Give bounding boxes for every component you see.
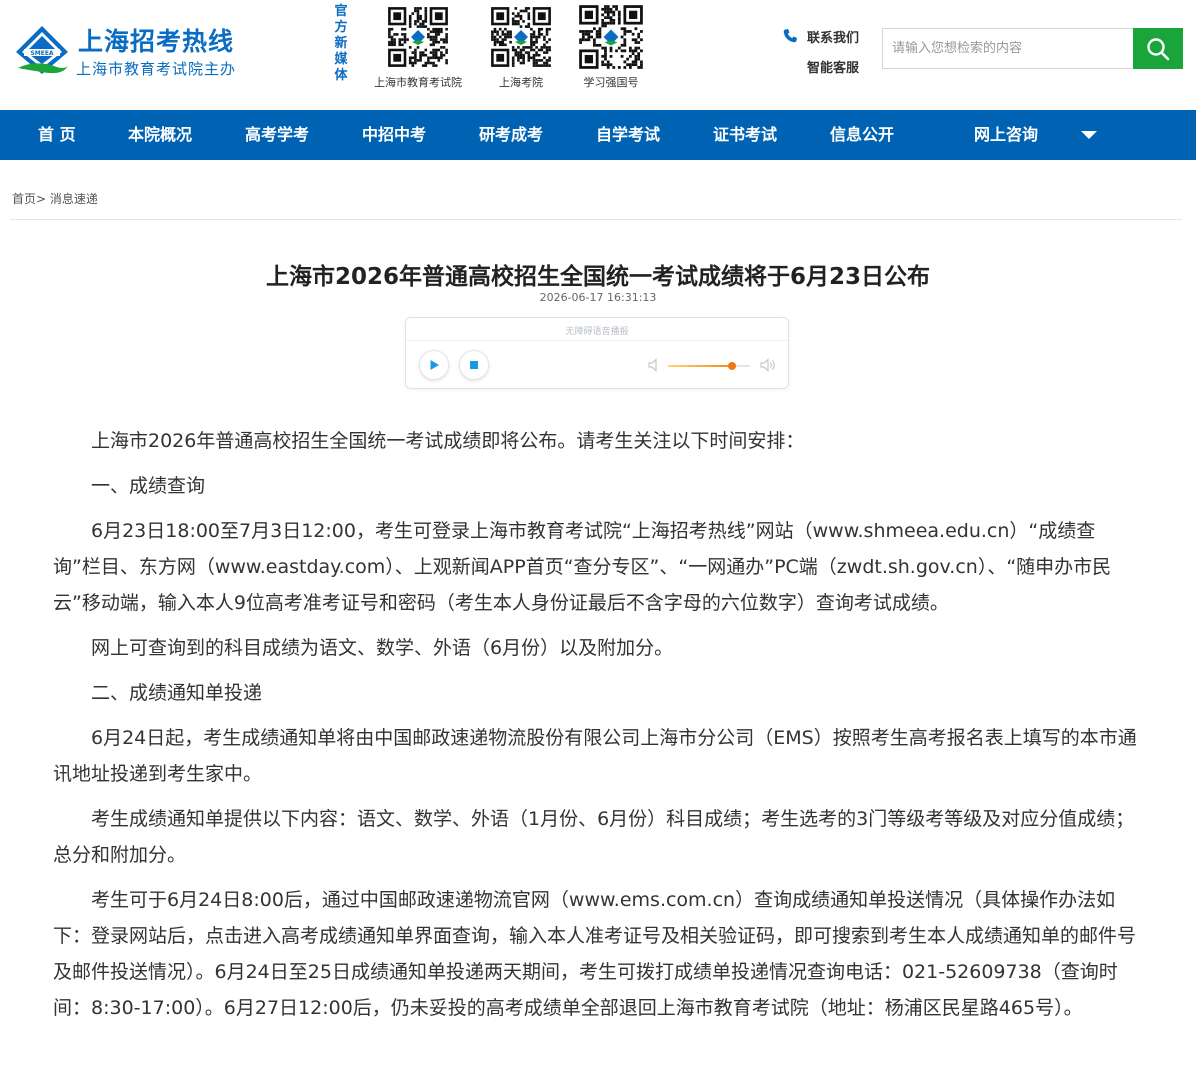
article-paragraph: 上海市2026年普通高校招生全国统一考试成绩即将公布。请考生关注以下时间安排：: [91, 430, 805, 452]
phone-icon: [783, 29, 797, 43]
site-subtitle: 上海市教育考试院主办: [76, 60, 237, 78]
caret-down-icon[interactable]: [1081, 131, 1097, 139]
article-title: 上海市2026年普通高校招生全国统一考试成绩将于6月23日公布: [265, 264, 931, 290]
smart-service-link[interactable]: 智能客服: [782, 56, 874, 76]
qr-code-icon: [578, 4, 644, 70]
nav-zhongkao[interactable]: 中招中考: [362, 110, 426, 160]
logo-mark-icon: SMEEA: [16, 26, 68, 74]
nav-info-public[interactable]: 信息公开: [830, 110, 894, 160]
play-button[interactable]: [419, 350, 449, 380]
breadcrumb-home[interactable]: 首页: [12, 192, 36, 206]
volume-slider[interactable]: [668, 362, 750, 370]
volume-high-icon[interactable]: [760, 358, 776, 372]
contact-us-link[interactable]: 联系我们: [782, 26, 874, 46]
qr-shkaoyuan[interactable]: 上海考院: [490, 6, 552, 90]
official-media-label: 官 方 新 媒 体: [334, 4, 348, 83]
qr-caption: 上海市教育考试院: [374, 76, 462, 89]
qr-code-icon: [387, 6, 449, 68]
stop-button[interactable]: [459, 350, 489, 380]
article-paragraph: 6月24日起，考生成绩通知单将由中国邮政速递物流股份有限公司上海市分公司（EMS…: [53, 727, 1137, 785]
qr-caption: 学习强国号: [583, 76, 639, 89]
play-icon: [430, 360, 439, 370]
site-logo[interactable]: SMEEA 上海招考热线 上海市教育考试院主办: [14, 22, 254, 82]
breadcrumb-current[interactable]: 消息速递: [50, 192, 98, 206]
nav-certificate[interactable]: 证书考试: [713, 110, 777, 160]
qr-shmeea[interactable]: 上海市教育考试院: [368, 6, 468, 90]
nav-home[interactable]: 首 页: [38, 110, 76, 160]
article-section-heading: 二、成绩通知单投递: [91, 682, 263, 704]
site-name: 上海招考热线: [78, 27, 235, 56]
article-date: 2026-06-17 16:31:13: [539, 291, 657, 304]
volume-low-icon[interactable]: [648, 358, 660, 372]
nav-yankao[interactable]: 研考成考: [479, 110, 543, 160]
nav-consult[interactable]: 网上咨询: [974, 110, 1038, 160]
search-button[interactable]: [1133, 28, 1183, 69]
player-label: 无障碍语音播报: [565, 327, 629, 337]
qr-xuexiqiangguo[interactable]: 学习强国号: [578, 4, 644, 90]
search-icon: [1147, 37, 1170, 60]
breadcrumb: 首页> 消息速递: [12, 190, 98, 207]
search-bar: [882, 28, 1183, 69]
audio-player: 无障碍语音播报: [405, 317, 789, 389]
contact-block: 联系我们 智能客服: [782, 26, 874, 76]
player-divider: [406, 340, 788, 341]
article-content: 上海市2026年普通高校招生全国统一考试成绩即将公布。请考生关注以下时间安排： …: [53, 423, 1138, 1035]
search-input[interactable]: [883, 29, 1133, 68]
article-section-heading: 一、成绩查询: [91, 475, 206, 497]
article-paragraph: 考生成绩通知单提供以下内容：语文、数学、外语（1月份、6月份）科目成绩；考生选考…: [53, 808, 1135, 866]
svg-text:SMEEA: SMEEA: [30, 50, 53, 57]
nav-about[interactable]: 本院概况: [128, 110, 192, 160]
nav-gaokao[interactable]: 高考学考: [245, 110, 309, 160]
site-header: SMEEA 上海招考热线 上海市教育考试院主办 官 方 新 媒 体 上海市教育考…: [0, 0, 1196, 110]
divider: [10, 219, 1182, 220]
nav-zikao[interactable]: 自学考试: [596, 110, 660, 160]
qr-code-icon: [490, 6, 552, 68]
article-paragraph: 考生可于6月24日8:00后，通过中国邮政速递物流官网（www.ems.com.…: [53, 889, 1137, 1019]
volume-knob[interactable]: [727, 362, 736, 370]
article-paragraph: 网上可查询到的科目成绩为语文、数学、外语（6月份）以及附加分。: [91, 637, 674, 659]
stop-icon: [470, 361, 478, 369]
main-nav: 首 页 本院概况 高考学考 中招中考 研考成考 自学考试 证书考试 信息公开 网…: [0, 110, 1196, 160]
volume-fill: [668, 365, 732, 367]
article-paragraph: 6月23日18:00至7月3日12:00，考生可登录上海市教育考试院“上海招考热…: [53, 520, 1112, 614]
qr-caption: 上海考院: [499, 76, 543, 89]
breadcrumb-separator: >: [36, 192, 47, 206]
